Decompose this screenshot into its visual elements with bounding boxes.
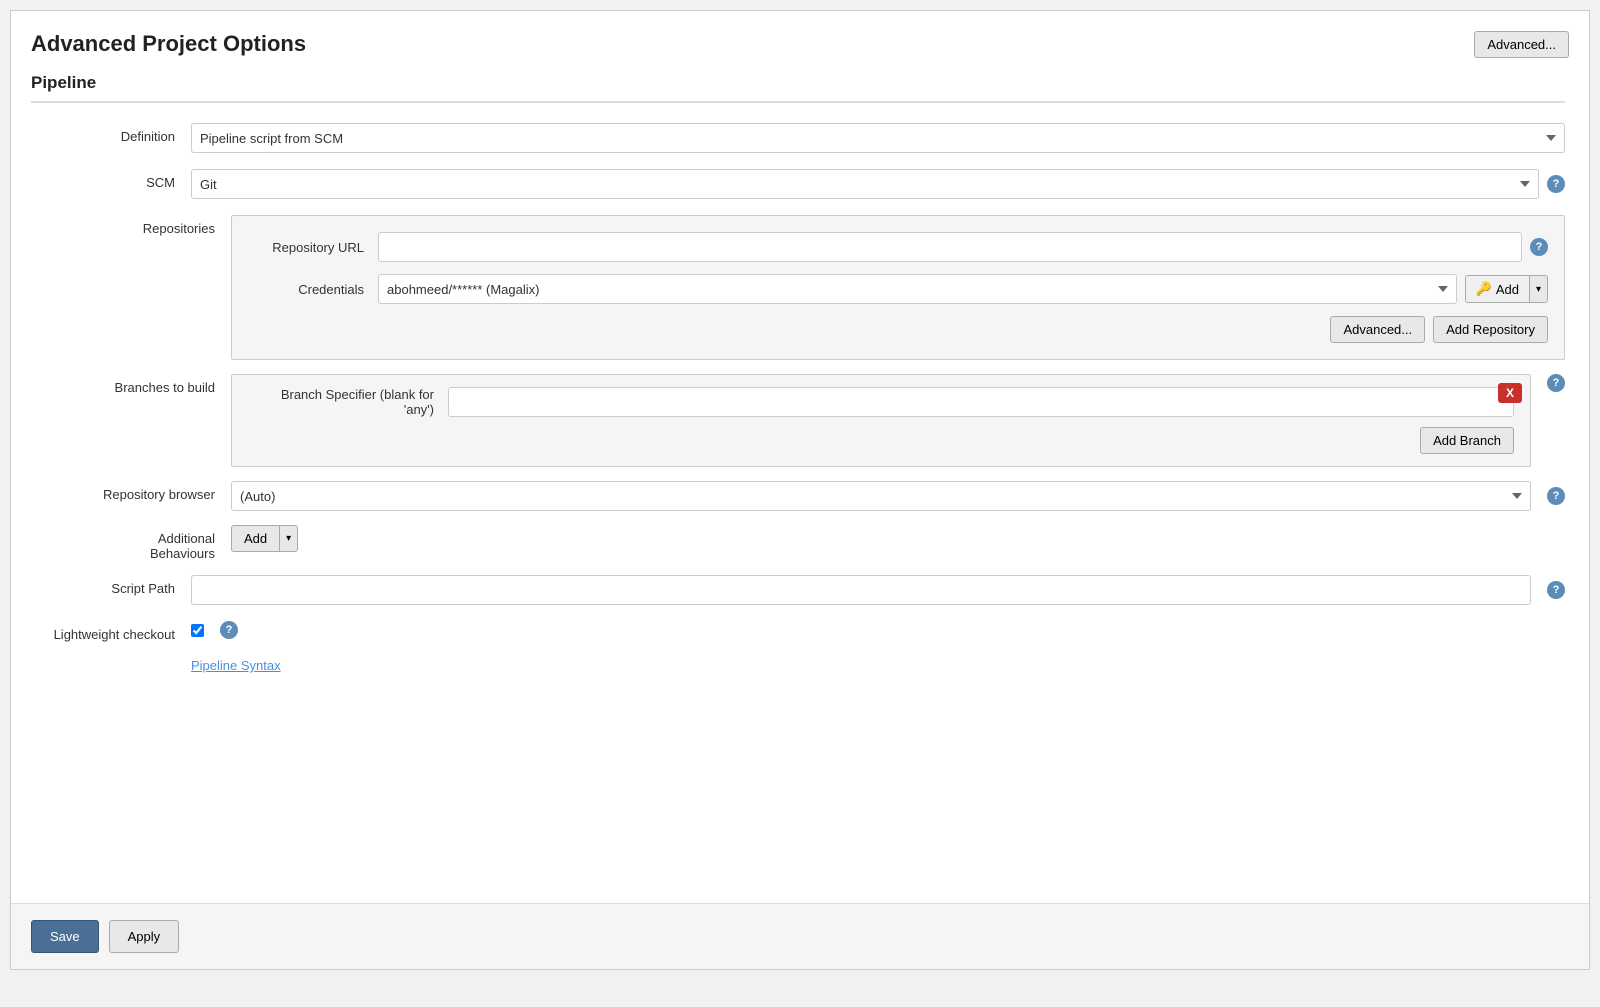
branch-specifier-row: Branch Specifier (blank for 'any') */mas… xyxy=(248,387,1514,417)
add-key-label: Add xyxy=(1496,282,1519,297)
script-path-input[interactable]: Jenkinsfile xyxy=(191,575,1531,605)
lightweight-checkout-checkbox[interactable] xyxy=(191,624,204,637)
credentials-select[interactable]: abohmeed/****** (Magalix) xyxy=(378,274,1457,304)
repo-browser-help-icon[interactable]: ? xyxy=(1547,487,1565,505)
credentials-select-wrap: abohmeed/****** (Magalix) xyxy=(378,274,1457,304)
additional-behaviours-control: Add ▾ xyxy=(231,525,1565,552)
add-behaviour-group: Add ▾ xyxy=(231,525,298,552)
add-key-group: 🔑 Add ▾ xyxy=(1465,275,1548,303)
pipeline-syntax-link[interactable]: Pipeline Syntax xyxy=(191,658,281,673)
apply-button[interactable]: Apply xyxy=(109,920,180,953)
repo-url-label: Repository URL xyxy=(248,240,378,255)
lightweight-checkout-row: Lightweight checkout ? xyxy=(31,621,1565,642)
lightweight-checkout-help-icon[interactable]: ? xyxy=(220,621,238,639)
save-button[interactable]: Save xyxy=(31,920,99,953)
repo-browser-row: Repository browser (Auto) ? xyxy=(91,481,1565,511)
branches-label: Branches to build xyxy=(91,374,231,395)
credentials-label: Credentials xyxy=(248,282,378,297)
pipeline-section: Pipeline Definition Pipeline script from… xyxy=(31,73,1565,673)
repo-url-input[interactable]: https://github.com/MagalixCorp/k8scicd.g… xyxy=(378,232,1522,262)
scm-select[interactable]: Git xyxy=(191,169,1539,199)
add-repository-button[interactable]: Add Repository xyxy=(1433,316,1548,343)
add-branch-row: Add Branch xyxy=(248,427,1514,454)
repositories-control: Repository URL https://github.com/Magali… xyxy=(231,215,1565,360)
repo-url-input-wrap: https://github.com/MagalixCorp/k8scicd.g… xyxy=(378,232,1522,262)
branches-row: Branches to build X Branch Specifier (bl… xyxy=(91,374,1565,467)
lightweight-checkout-control: ? xyxy=(191,621,1565,639)
repo-browser-select[interactable]: (Auto) xyxy=(231,481,1531,511)
key-icon: 🔑 xyxy=(1476,281,1492,297)
credentials-control: abohmeed/****** (Magalix) 🔑 Add xyxy=(378,274,1548,304)
branches-section: X Branch Specifier (blank for 'any') */m… xyxy=(231,374,1531,467)
scm-control: Git ? xyxy=(191,169,1565,199)
scm-select-wrap: Git xyxy=(191,169,1539,199)
bottom-bar: Save Apply xyxy=(11,903,1589,969)
scm-row: SCM Git ? xyxy=(31,169,1565,199)
pipeline-section-title: Pipeline xyxy=(31,73,1565,103)
script-path-control: Jenkinsfile ? xyxy=(191,575,1565,605)
add-branch-button[interactable]: Add Branch xyxy=(1420,427,1514,454)
add-behaviour-button[interactable]: Add xyxy=(231,525,280,552)
pipeline-syntax-wrap: Pipeline Syntax xyxy=(191,658,1565,673)
add-key-button[interactable]: 🔑 Add xyxy=(1465,275,1530,303)
branch-specifier-label: Branch Specifier (blank for 'any') xyxy=(248,387,448,417)
remove-branch-button[interactable]: X xyxy=(1498,383,1522,403)
chevron-down-icon: ▾ xyxy=(1536,284,1541,295)
repo-advanced-button[interactable]: Advanced... xyxy=(1330,316,1425,343)
repo-browser-label: Repository browser xyxy=(91,481,231,502)
lightweight-checkout-label: Lightweight checkout xyxy=(31,621,191,642)
repo-url-row: Repository URL https://github.com/Magali… xyxy=(248,232,1548,262)
definition-row: Definition Pipeline script from SCM xyxy=(31,123,1565,153)
script-path-label: Script Path xyxy=(31,575,191,596)
additional-behaviours-label: Additional Behaviours xyxy=(91,525,231,561)
scm-label: SCM xyxy=(31,169,191,190)
add-behaviour-arrow-button[interactable]: ▾ xyxy=(280,525,298,552)
repositories-label: Repositories xyxy=(91,215,231,236)
branch-specifier-input-wrap: */master xyxy=(448,387,1514,417)
script-path-row: Script Path Jenkinsfile ? xyxy=(31,575,1565,605)
additional-behaviours-row: Additional Behaviours Add ▾ xyxy=(91,525,1565,561)
lightweight-checkout-checkbox-wrap xyxy=(191,624,204,637)
branches-control: X Branch Specifier (blank for 'any') */m… xyxy=(231,374,1565,467)
page-container: Advanced Project Options Advanced... Pip… xyxy=(10,10,1590,970)
definition-select[interactable]: Pipeline script from SCM xyxy=(191,123,1565,153)
advanced-top-button[interactable]: Advanced... xyxy=(1474,31,1569,58)
scm-select-row: Git ? xyxy=(191,169,1565,199)
scm-help-icon[interactable]: ? xyxy=(1547,175,1565,193)
repo-footer: Advanced... Add Repository xyxy=(248,316,1548,343)
add-key-arrow-button[interactable]: ▾ xyxy=(1530,275,1548,303)
definition-control: Pipeline script from SCM xyxy=(191,123,1565,153)
add-behaviour-chevron-icon: ▾ xyxy=(286,533,291,544)
credentials-row: Credentials abohmeed/****** (Magalix) xyxy=(248,274,1548,304)
repo-url-help-icon[interactable]: ? xyxy=(1530,238,1548,256)
repo-browser-control: (Auto) ? xyxy=(231,481,1565,511)
branch-specifier-input[interactable]: */master xyxy=(448,387,1514,417)
scm-form-section: Repositories Repository URL https://gith… xyxy=(91,215,1565,561)
branches-help-icon[interactable]: ? xyxy=(1547,374,1565,392)
advanced-top-button-wrap: Advanced... xyxy=(1474,31,1569,58)
script-path-help-icon[interactable]: ? xyxy=(1547,581,1565,599)
definition-label: Definition xyxy=(31,123,191,144)
repositories-section: Repository URL https://github.com/Magali… xyxy=(231,215,1565,360)
page-title: Advanced Project Options xyxy=(31,31,1565,57)
repositories-row: Repositories Repository URL https://gith… xyxy=(91,215,1565,360)
